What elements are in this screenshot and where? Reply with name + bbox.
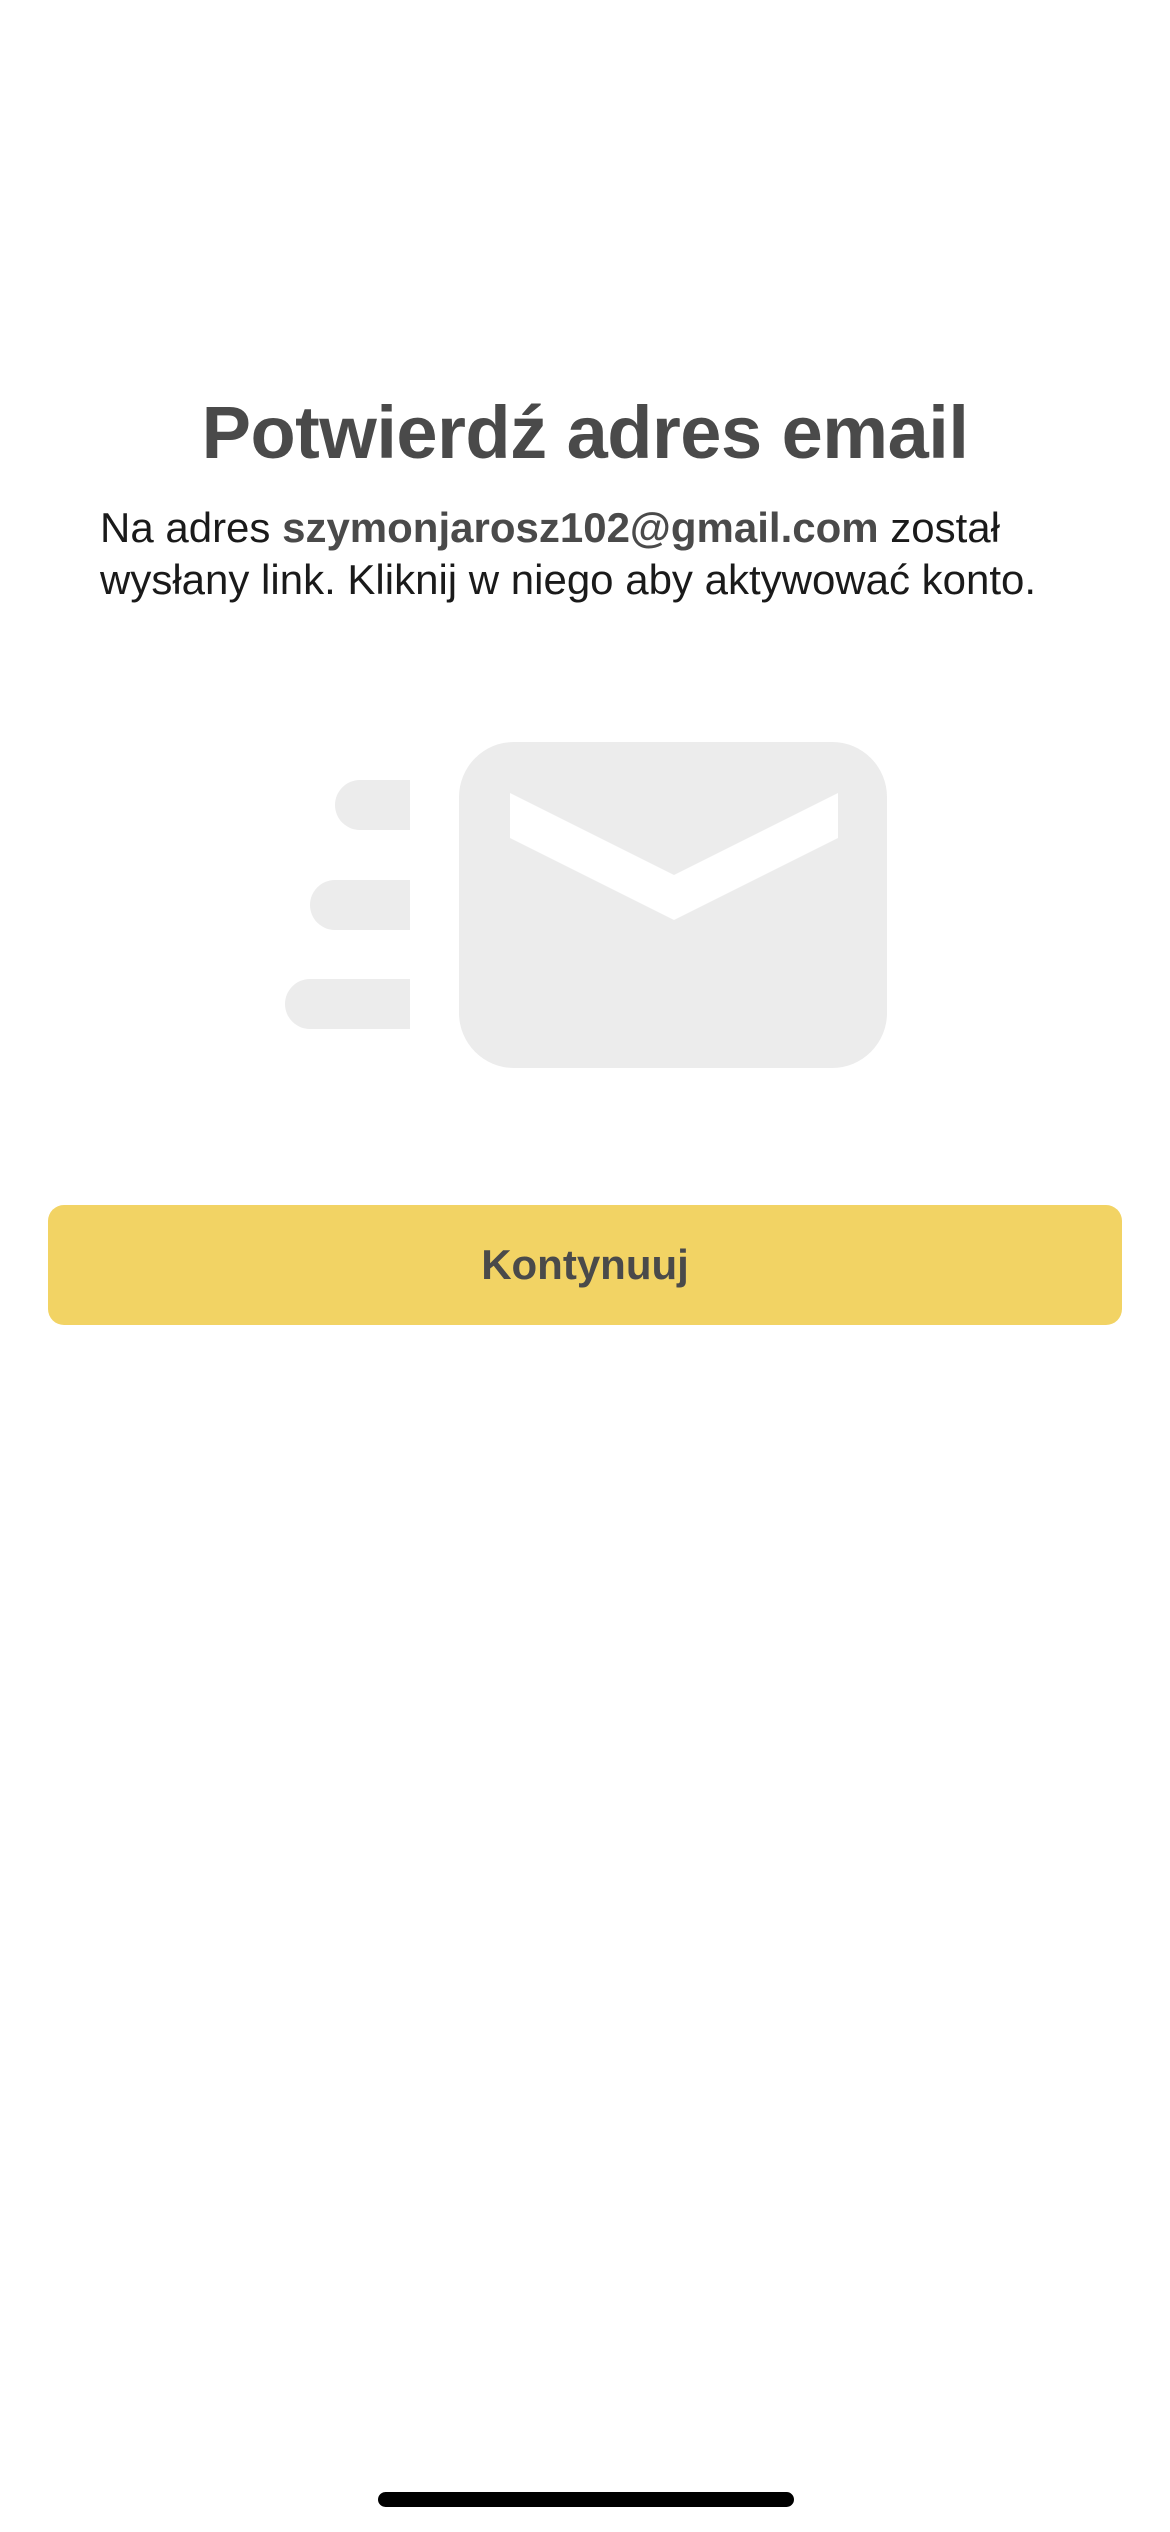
mail-sending-icon <box>285 742 887 1068</box>
speed-line-bottom <box>285 979 410 1029</box>
email-address: szymonjarosz102@gmail.com <box>282 504 879 551</box>
email-confirmation-screen: Potwierdź adres email Na adres szymonjar… <box>0 0 1170 2532</box>
continue-button[interactable]: Kontynuuj <box>48 1205 1122 1325</box>
confirmation-message: Na adres szymonjarosz102@gmail.com zosta… <box>100 502 1100 606</box>
message-prefix: Na adres <box>100 504 283 551</box>
page-title: Potwierdź adres email <box>201 391 969 474</box>
home-indicator[interactable] <box>378 2492 794 2507</box>
speed-line-middle <box>310 880 410 930</box>
speed-line-top <box>335 780 410 830</box>
